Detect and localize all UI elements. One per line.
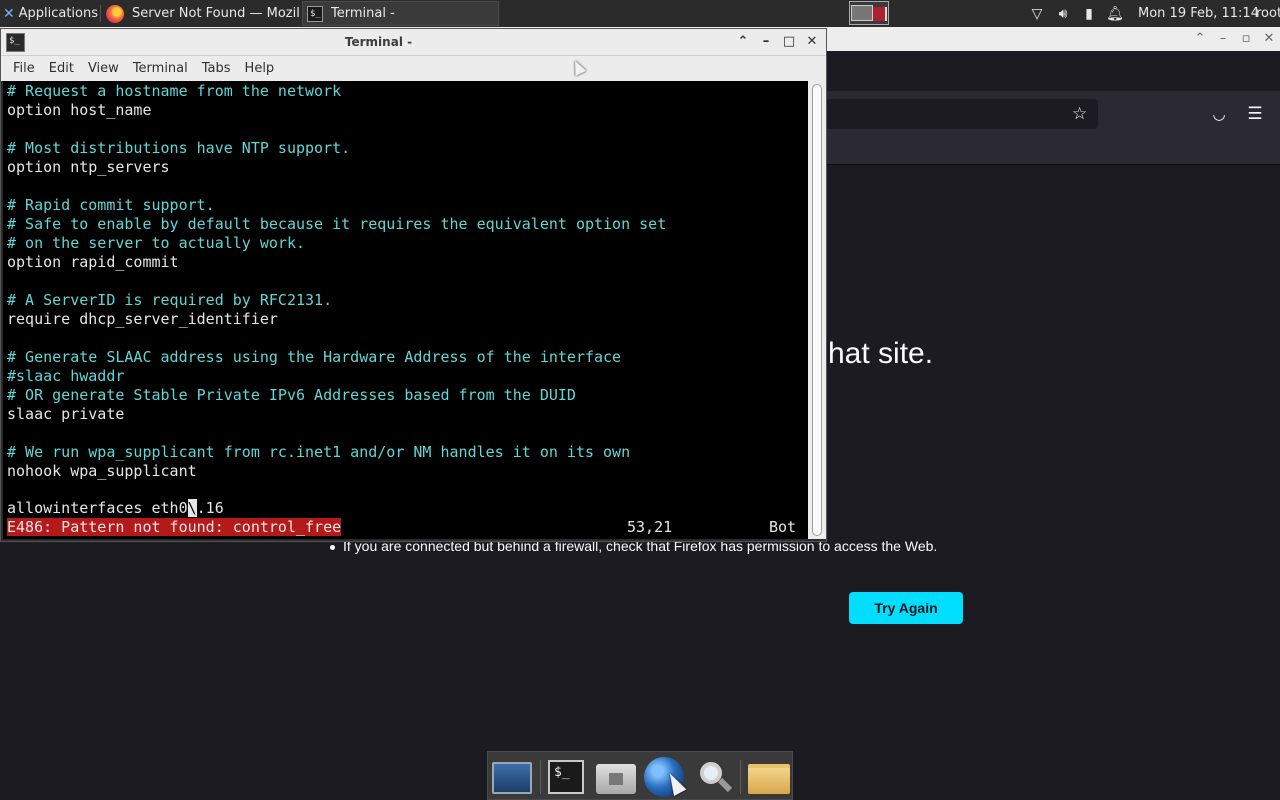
config-comment-line: # on the server to actually work. bbox=[7, 234, 306, 252]
collapse-icon[interactable]: ⌃ bbox=[1190, 29, 1210, 49]
scroll-position: Bot bbox=[769, 518, 797, 536]
notification-bell-icon[interactable]: 🔔︎ bbox=[1102, 0, 1128, 27]
search-icon[interactable] bbox=[694, 758, 734, 798]
hamburger-menu-icon[interactable]: ☰ bbox=[1244, 103, 1266, 125]
cursor-line-after: .16 bbox=[196, 499, 224, 517]
config-comment-line: # Generate SLAAC address using the Hardw… bbox=[7, 348, 622, 366]
config-line: slaac private bbox=[7, 405, 125, 423]
terminal-scrollbar[interactable] bbox=[808, 81, 826, 539]
terminal-output[interactable]: # Request a hostname from the network opt… bbox=[3, 81, 808, 539]
close-icon[interactable]: ✕ bbox=[1259, 29, 1279, 49]
battery-icon[interactable]: ▮ bbox=[1076, 0, 1102, 27]
firefox-icon bbox=[106, 4, 124, 23]
system-tray: ▽ 🔊︎ ▮ 🔔︎ bbox=[1024, 0, 1128, 27]
pocket-icon[interactable]: ◡ bbox=[1208, 103, 1230, 125]
config-line: require dhcp_server_identifier bbox=[7, 310, 278, 328]
config-comment-line: # We run wpa_supplicant from rc.inet1 an… bbox=[7, 443, 631, 461]
applications-menu[interactable]: ✕ Applications bbox=[0, 0, 98, 27]
top-panel: ✕ Applications Server Not Found — Mozil.… bbox=[0, 0, 1280, 27]
terminal-titlebar[interactable]: $_ Terminal - ⌃ – □ ✕ bbox=[1, 29, 826, 56]
bookmark-star-icon[interactable]: ☆ bbox=[1072, 104, 1087, 124]
menu-terminal[interactable]: Terminal bbox=[126, 56, 195, 81]
volume-icon[interactable]: 🔊︎ bbox=[1050, 0, 1076, 27]
dock-separator bbox=[740, 760, 741, 794]
cursor-position: 53,21 bbox=[627, 518, 673, 536]
bullet-icon bbox=[330, 544, 335, 550]
menu-view[interactable]: View bbox=[81, 56, 126, 81]
text-cursor: \ bbox=[187, 499, 197, 517]
menu-edit[interactable]: Edit bbox=[42, 56, 81, 81]
terminal-window: $_ Terminal - ⌃ – □ ✕ File Edit View Ter… bbox=[0, 28, 827, 542]
clock[interactable]: Mon 19 Feb, 11:14 bbox=[1138, 0, 1259, 27]
workspace-thumbnail bbox=[873, 7, 887, 21]
vim-status-line: E486: Pattern not found: control_free bbox=[7, 518, 342, 537]
config-comment-line: # OR generate Stable Private IPv6 Addres… bbox=[7, 386, 576, 404]
minimize-icon[interactable]: – bbox=[1213, 29, 1233, 49]
config-line: option rapid_commit bbox=[7, 253, 179, 271]
error-message: E486: Pattern not found: control_free bbox=[7, 518, 342, 536]
workspace-thumbnail bbox=[851, 5, 873, 21]
menu-tabs[interactable]: Tabs bbox=[195, 56, 238, 81]
shade-icon[interactable]: ⌃ bbox=[734, 33, 752, 51]
config-comment-line: # Rapid commit support. bbox=[7, 196, 215, 214]
handle-shape bbox=[717, 777, 733, 793]
scrollbar-thumb[interactable] bbox=[812, 84, 822, 536]
dock: $_ bbox=[487, 751, 793, 800]
workspace-switcher[interactable] bbox=[849, 1, 889, 25]
taskbar-firefox-label: Server Not Found — Mozil... bbox=[132, 6, 300, 21]
config-line: option ntp_servers bbox=[7, 158, 170, 176]
xfce-logo-icon: ✕ bbox=[3, 5, 15, 22]
user-menu[interactable]: root bbox=[1256, 0, 1280, 27]
window-title: Terminal - bbox=[344, 35, 413, 49]
home-folder-icon[interactable] bbox=[596, 764, 636, 794]
try-again-button[interactable]: Try Again bbox=[849, 592, 963, 624]
dock-separator bbox=[540, 760, 541, 794]
menu-help[interactable]: Help bbox=[238, 56, 282, 81]
taskbar-firefox[interactable]: Server Not Found — Mozil... bbox=[102, 1, 300, 26]
terminal-menubar: File Edit View Terminal Tabs Help bbox=[1, 56, 826, 81]
cursor-line-before: allowinterfaces eth0 bbox=[7, 499, 188, 517]
config-comment-line: # Request a hostname from the network bbox=[7, 82, 342, 100]
config-line: nohook wpa_supplicant bbox=[7, 462, 197, 480]
panel-separator bbox=[100, 5, 101, 22]
cursor-line: allowinterfaces eth0\.16 bbox=[7, 499, 224, 518]
taskbar-terminal-label: Terminal - bbox=[331, 6, 395, 21]
minimize-icon[interactable]: – bbox=[757, 33, 775, 51]
maximize-icon[interactable]: □ bbox=[780, 33, 798, 51]
close-icon[interactable]: ✕ bbox=[803, 33, 821, 51]
config-comment-line: # A ServerID is required by RFC2131. bbox=[7, 291, 333, 309]
terminal-launcher-icon[interactable]: $_ bbox=[548, 760, 584, 794]
wifi-icon[interactable]: ▽ bbox=[1024, 0, 1050, 27]
maximize-icon[interactable]: ▫ bbox=[1236, 29, 1256, 49]
applications-label: Applications bbox=[18, 6, 98, 21]
url-bar[interactable] bbox=[826, 99, 1098, 129]
config-line: option host_name bbox=[7, 101, 152, 119]
config-comment-line: #slaac hwaddr bbox=[7, 367, 125, 385]
taskbar-terminal[interactable]: $_ Terminal - bbox=[302, 1, 499, 26]
config-comment-line: # Safe to enable by default because it r… bbox=[7, 215, 667, 233]
menu-file[interactable]: File bbox=[6, 56, 42, 81]
file-manager-icon[interactable] bbox=[748, 764, 790, 794]
config-comment-line: # Most distributions have NTP support. bbox=[7, 139, 351, 157]
error-heading: hat site. bbox=[828, 337, 934, 370]
show-desktop-icon[interactable] bbox=[492, 762, 532, 794]
terminal-icon: $_ bbox=[307, 5, 323, 22]
